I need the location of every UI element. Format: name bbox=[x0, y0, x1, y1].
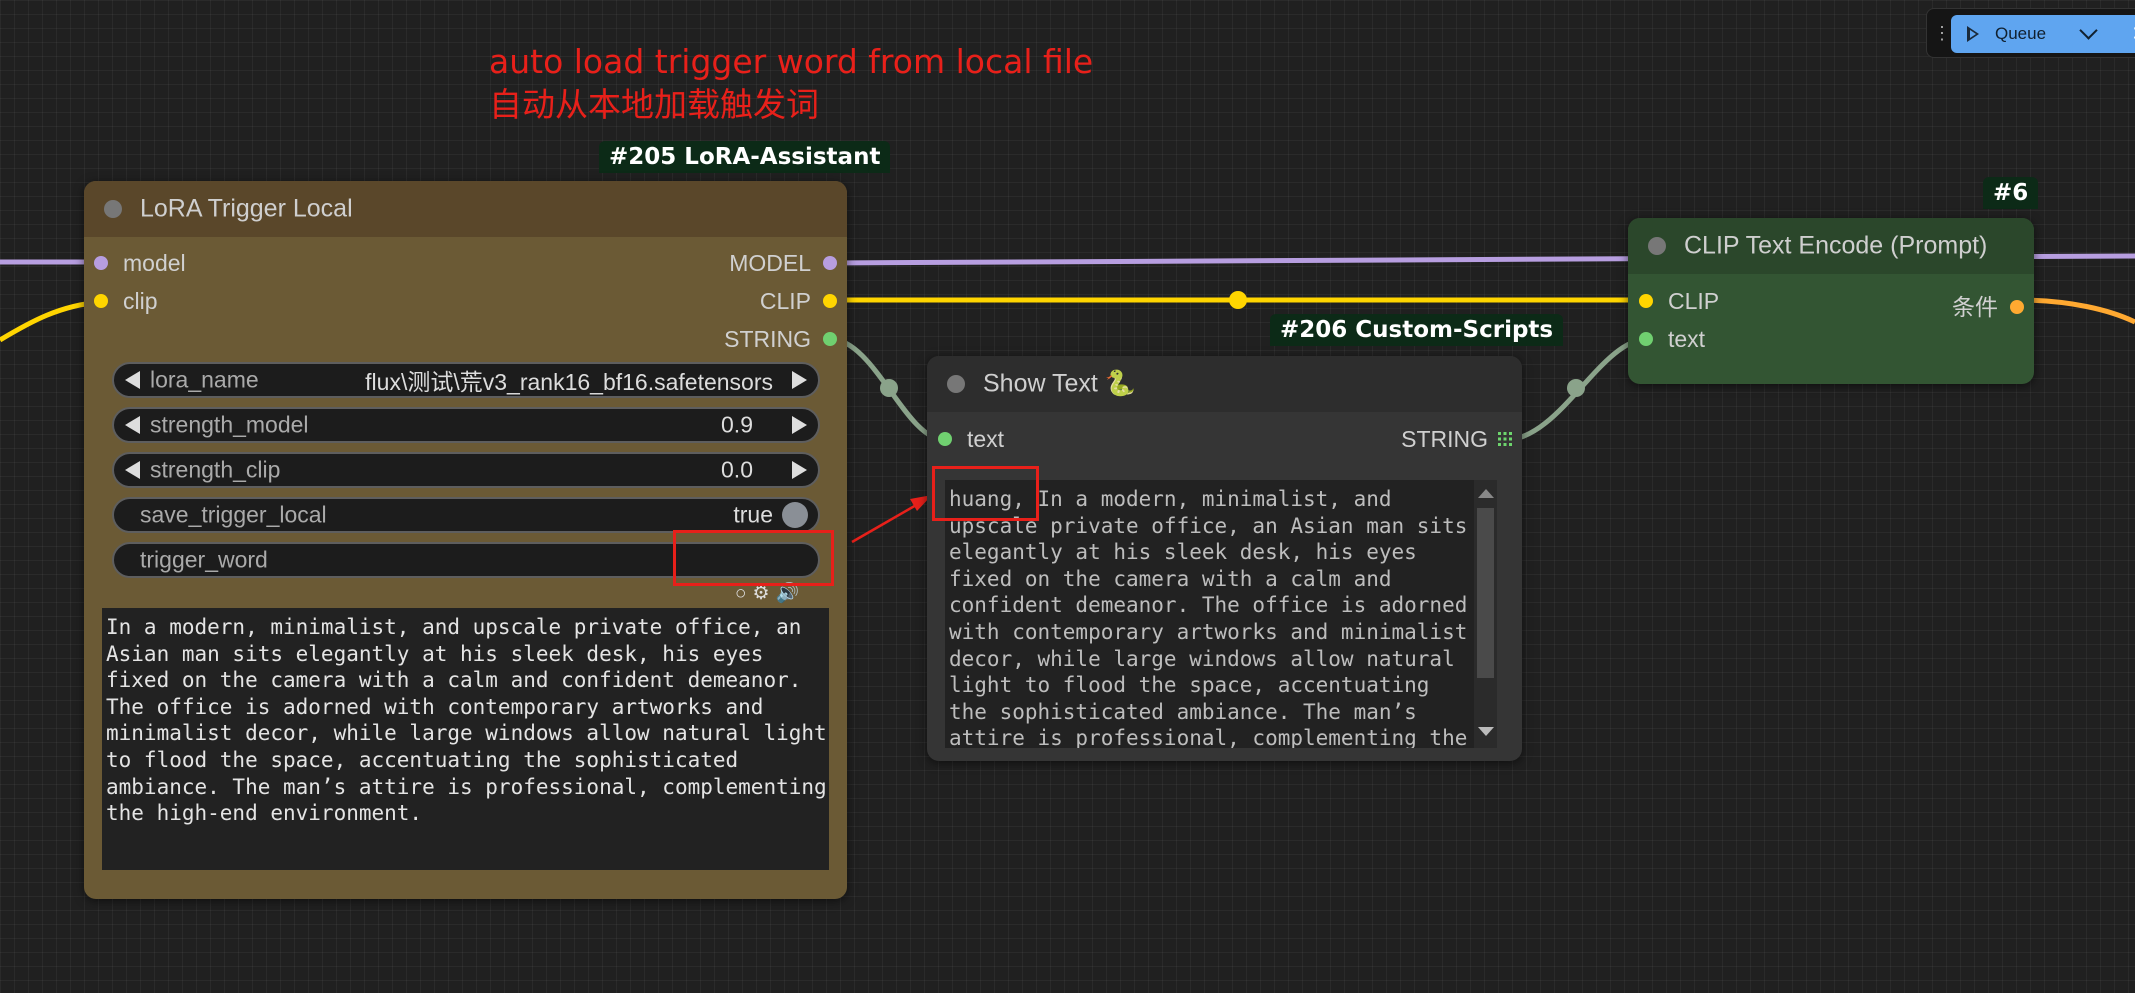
clip-input-slot[interactable]: clip bbox=[94, 288, 158, 315]
lora-name-label: lora_name bbox=[150, 366, 259, 393]
scroll-up-arrow-icon[interactable] bbox=[1477, 489, 1494, 498]
string-output-dot[interactable] bbox=[823, 332, 837, 347]
model-input-slot[interactable]: model bbox=[94, 250, 186, 277]
decrement-arrow-icon[interactable] bbox=[125, 461, 140, 479]
conditioning-output-label: 条件 bbox=[1952, 294, 1998, 320]
clip-wire-reroute bbox=[1229, 291, 1247, 309]
increment-arrow-icon[interactable] bbox=[792, 416, 807, 434]
drag-handle-icon[interactable]: ⋮ bbox=[1933, 23, 1951, 44]
collapse-dot[interactable] bbox=[104, 200, 122, 218]
clip-node-title-bar[interactable]: CLIP Text Encode (Prompt) bbox=[1628, 218, 2034, 274]
clip-text-encode-node[interactable]: CLIP Text Encode (Prompt) CLIP text 条件 bbox=[1628, 218, 2034, 384]
clip-input-dot[interactable] bbox=[94, 294, 108, 309]
increment-arrow-icon[interactable] bbox=[792, 461, 807, 479]
string-wire-b bbox=[1504, 336, 1648, 443]
decrement-arrow-icon[interactable] bbox=[125, 416, 140, 434]
text-input-slot[interactable]: text bbox=[1639, 326, 1705, 353]
circle-icon[interactable]: ○ bbox=[735, 583, 746, 604]
model-input-dot[interactable] bbox=[94, 256, 108, 271]
save-trigger-local-toggle[interactable]: save_trigger_local true bbox=[112, 497, 820, 533]
clip-output-dot[interactable] bbox=[823, 294, 837, 309]
gear-icon[interactable]: ⚙ bbox=[752, 583, 769, 604]
annotation-text: auto load trigger word from local file 自… bbox=[489, 40, 1093, 126]
conditioning-output-slot[interactable]: 条件 bbox=[1952, 288, 2024, 322]
model-output-label: MODEL bbox=[729, 250, 811, 276]
model-output-slot[interactable]: MODEL bbox=[729, 250, 837, 277]
scroll-down-arrow-icon[interactable] bbox=[1477, 727, 1494, 736]
huang-highlight-box bbox=[932, 466, 1039, 521]
lora-name-value: flux\测试\荒v3_rank16_bf16.safetensors bbox=[365, 369, 773, 395]
show-text-title-bar[interactable]: Show Text 🐍 bbox=[927, 356, 1522, 412]
grid-icon[interactable] bbox=[1498, 432, 1512, 447]
chevron-down-icon[interactable] bbox=[2079, 21, 2098, 40]
string-wire-reroute-a bbox=[880, 379, 898, 397]
trigger-word-label: trigger_word bbox=[140, 546, 268, 573]
strength-clip-value: 0.0 bbox=[721, 456, 753, 483]
lora-node-badge: #205 LoRA-Assistant bbox=[599, 141, 891, 173]
text-input-label: text bbox=[967, 426, 1005, 452]
show-text-title-label: Show Text bbox=[983, 369, 1098, 398]
trigger-word-highlight-box bbox=[673, 530, 834, 586]
collapse-dot[interactable] bbox=[1648, 237, 1666, 255]
clip-node-title: CLIP Text Encode (Prompt) bbox=[1684, 231, 1988, 260]
text-input-dot[interactable] bbox=[938, 432, 952, 447]
queue-button-label: Queue bbox=[1995, 24, 2047, 43]
decrement-arrow-icon[interactable] bbox=[125, 371, 140, 389]
increment-arrow-icon[interactable] bbox=[792, 371, 807, 389]
model-input-label: model bbox=[123, 250, 186, 276]
toggle-knob[interactable] bbox=[782, 502, 808, 528]
text-input-label: text bbox=[1668, 326, 1706, 352]
string-output-label: STRING bbox=[724, 326, 811, 352]
string-output-slot[interactable]: STRING bbox=[1401, 426, 1512, 453]
clip-output-slot[interactable]: CLIP bbox=[760, 288, 837, 315]
strength-model-label: strength_model bbox=[150, 411, 309, 438]
string-wire-reroute-b bbox=[1567, 379, 1585, 397]
clip-input-slot[interactable]: CLIP bbox=[1639, 288, 1719, 315]
queue-toolbar: ⋮ Queue 1 bbox=[1926, 8, 2135, 58]
lora-node-title: LoRA Trigger Local bbox=[140, 194, 353, 223]
string-output-slot[interactable]: STRING bbox=[724, 326, 837, 353]
annotation-line-english: auto load trigger word from local file bbox=[489, 42, 1094, 81]
clip-node-badge: #6 bbox=[1983, 177, 2039, 209]
show-text-node-badge: #206 Custom-Scripts bbox=[1270, 314, 1564, 346]
strength-model-value: 0.9 bbox=[721, 411, 753, 438]
clip-input-dot[interactable] bbox=[1639, 294, 1653, 309]
strength-model-number[interactable]: strength_model 0.9 bbox=[112, 407, 820, 443]
conditioning-output-dot[interactable] bbox=[2010, 300, 2024, 315]
string-output-label: STRING bbox=[1401, 426, 1488, 452]
save-trigger-local-value: true bbox=[733, 501, 773, 528]
model-output-dot[interactable] bbox=[823, 256, 837, 271]
show-text-title: Show Text 🐍 bbox=[983, 370, 1136, 399]
annotation-line-chinese: 自动从本地加载触发词 bbox=[489, 85, 819, 124]
text-input-slot[interactable]: text bbox=[938, 426, 1004, 453]
snake-icon: 🐍 bbox=[1104, 369, 1136, 398]
strength-clip-label: strength_clip bbox=[150, 456, 281, 483]
conditioning-wire bbox=[2016, 297, 2135, 325]
clip-output-label: CLIP bbox=[759, 288, 811, 314]
annotation-arrow-line bbox=[851, 502, 919, 544]
speaker-icon[interactable]: 🔊 bbox=[776, 583, 800, 604]
save-trigger-local-label: save_trigger_local bbox=[140, 501, 327, 528]
clip-input-label: CLIP bbox=[1668, 288, 1720, 314]
play-icon-inner bbox=[1970, 30, 1976, 38]
lora-text-output[interactable]: In a modern, minimalist, and upscale pri… bbox=[102, 608, 829, 870]
strength-clip-number[interactable]: strength_clip 0.0 bbox=[112, 452, 820, 488]
text-input-dot[interactable] bbox=[1639, 332, 1653, 347]
scroll-thumb[interactable] bbox=[1477, 508, 1494, 678]
queue-button[interactable]: Queue bbox=[1951, 15, 2135, 53]
show-text-node[interactable]: Show Text 🐍 text STRING huang, In a mode… bbox=[927, 356, 1522, 761]
clip-input-label: clip bbox=[123, 288, 158, 314]
show-text-scrollbar[interactable] bbox=[1474, 480, 1497, 748]
collapse-dot[interactable] bbox=[947, 375, 965, 393]
lora-name-combo[interactable]: lora_name flux\测试\荒v3_rank16_bf16.safete… bbox=[112, 362, 820, 398]
lora-node-title-bar[interactable]: LoRA Trigger Local bbox=[84, 181, 847, 237]
